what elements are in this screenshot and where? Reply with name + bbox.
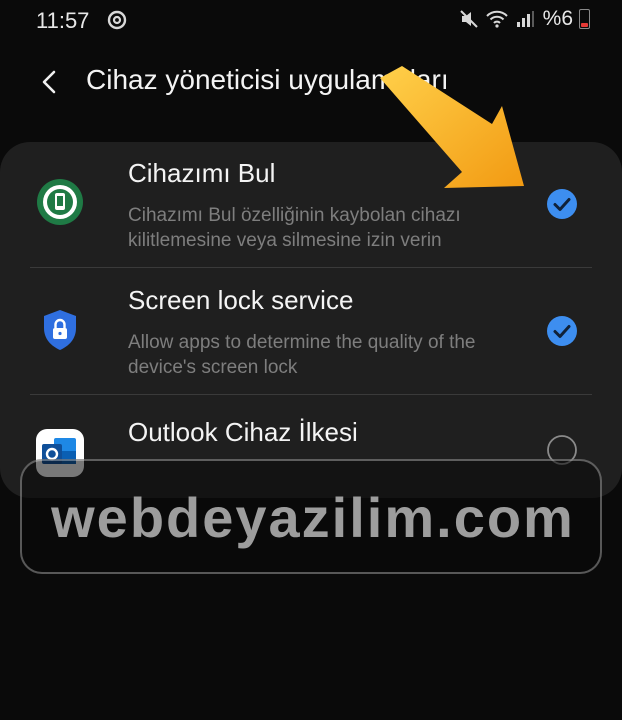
status-time: 11:57 <box>36 8 90 33</box>
annotation-arrow-icon <box>380 66 524 188</box>
list-item-screen-lock-service[interactable]: Screen lock service Allow apps to determ… <box>0 268 622 394</box>
status-icons: %6 <box>459 7 590 31</box>
mute-icon <box>459 10 478 28</box>
find-my-device-icon <box>37 179 83 225</box>
app-description: Cihazımı Bul özelliğinin kaybolan cihazı… <box>128 205 461 251</box>
checked-checkbox-icon[interactable] <box>545 314 579 348</box>
checked-checkbox-icon[interactable] <box>545 187 579 221</box>
app-name: Screen lock service <box>128 285 354 315</box>
sync-icon <box>107 10 127 30</box>
battery-percent: %6 <box>542 7 573 30</box>
status-bar: 11:57 %6 <box>0 0 622 40</box>
back-arrow-icon[interactable] <box>32 64 68 100</box>
app-name: Outlook Cihaz İlkesi <box>128 417 358 447</box>
signal-icon <box>516 11 534 27</box>
shield-lock-icon <box>44 310 76 350</box>
wifi-icon <box>485 10 508 28</box>
app-name: Cihazımı Bul <box>128 158 276 188</box>
watermark-text: webdeyazilim.com <box>51 486 575 549</box>
device-admin-list: Cihazımı Bul Cihazımı Bul özelliğinin ka… <box>0 142 622 498</box>
watermark: webdeyazilim.com <box>20 459 602 574</box>
app-description: Allow apps to determine the quality of t… <box>128 332 476 378</box>
battery-icon <box>579 9 590 29</box>
